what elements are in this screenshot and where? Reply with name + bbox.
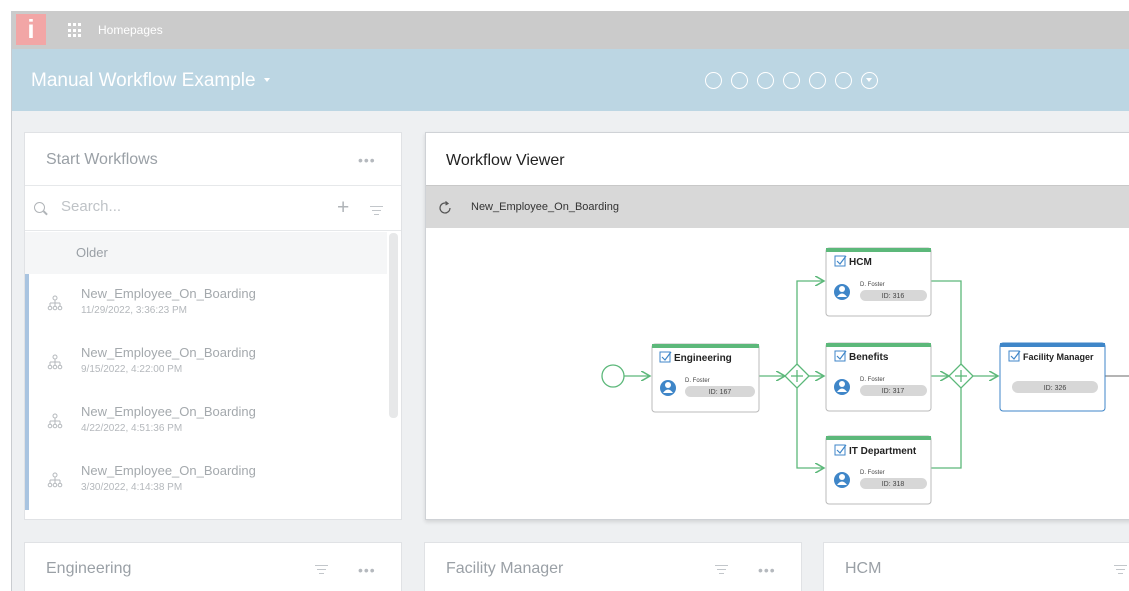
workflow-date: 11/29/2022, 3:36:23 PM bbox=[81, 305, 188, 316]
hierarchy-icon bbox=[47, 413, 63, 429]
page-header: Manual Workflow Example bbox=[12, 49, 1129, 111]
page-dot-1[interactable] bbox=[705, 72, 722, 89]
workflow-name: New_Employee_On_Boarding bbox=[81, 345, 256, 360]
svg-text:D. Foster: D. Foster bbox=[685, 378, 710, 384]
svg-text:D. Foster: D. Foster bbox=[860, 470, 885, 476]
task-engineering: Engineering D. Foster ID: 167 bbox=[651, 343, 760, 413]
svg-text:D. Foster: D. Foster bbox=[860, 282, 885, 288]
search-bar: + bbox=[25, 185, 401, 231]
start-event bbox=[601, 364, 625, 388]
chevron-down-icon[interactable] bbox=[264, 78, 270, 82]
search-input[interactable] bbox=[61, 198, 261, 215]
refresh-icon[interactable] bbox=[437, 200, 453, 216]
parallel-gateway-join bbox=[948, 363, 974, 389]
filter-icon[interactable] bbox=[715, 565, 728, 574]
page-title[interactable]: Manual Workflow Example bbox=[31, 70, 256, 92]
start-workflows-panel: Start Workflows ••• + Older New_Employee… bbox=[24, 132, 402, 520]
svg-text:ID: 326: ID: 326 bbox=[1044, 385, 1067, 392]
svg-text:D. Foster: D. Foster bbox=[860, 377, 885, 383]
more-options-icon[interactable]: ••• bbox=[758, 562, 776, 578]
svg-text:ID: 317: ID: 317 bbox=[882, 388, 905, 395]
svg-text:ID: 316: ID: 316 bbox=[882, 293, 905, 300]
scrollbar[interactable] bbox=[389, 233, 398, 418]
task-hcm: HCM D. Foster ID: 316 bbox=[825, 247, 932, 317]
task-facility-manager: Facility Manager ID: 326 bbox=[999, 342, 1106, 412]
svg-text:ID: 167: ID: 167 bbox=[709, 389, 732, 396]
filter-icon[interactable] bbox=[1114, 565, 1127, 574]
hierarchy-icon bbox=[47, 472, 63, 488]
list-item[interactable]: New_Employee_On_Boarding 3/30/2022, 4:14… bbox=[25, 451, 387, 510]
workflow-date: 3/30/2022, 4:14:38 PM bbox=[81, 482, 183, 493]
parallel-gateway-split bbox=[784, 363, 810, 389]
workflow-list: New_Employee_On_Boarding 11/29/2022, 3:3… bbox=[25, 274, 387, 510]
app-logo[interactable]: i bbox=[16, 14, 46, 45]
workflow-name: New_Employee_On_Boarding bbox=[81, 286, 256, 301]
workflow-date: 9/15/2022, 4:22:00 PM bbox=[81, 364, 183, 375]
homepages-link[interactable]: Homepages bbox=[98, 23, 163, 37]
workflow-bar: New_Employee_On_Boarding bbox=[426, 185, 1129, 228]
filter-icon[interactable] bbox=[370, 206, 383, 215]
workflow-viewer-panel: Workflow Viewer New_Employee_On_Boarding bbox=[425, 132, 1129, 520]
group-header: Older bbox=[25, 232, 387, 274]
panel-title: Engineering bbox=[46, 560, 132, 577]
hierarchy-icon bbox=[47, 295, 63, 311]
facility-manager-panel: Facility Manager ••• bbox=[424, 542, 802, 591]
workflow-diagram: Engineering D. Foster ID: 167 HCM D. Fos… bbox=[601, 247, 1129, 505]
svg-text:ID: 318: ID: 318 bbox=[882, 481, 905, 488]
page-dot-7[interactable] bbox=[861, 72, 878, 89]
group-label: Older bbox=[76, 245, 108, 260]
svg-text:IT Department: IT Department bbox=[849, 446, 917, 457]
task-it-department: IT Department D. Foster ID: 318 bbox=[825, 435, 932, 505]
svg-text:Engineering: Engineering bbox=[674, 353, 732, 364]
add-icon[interactable]: + bbox=[337, 196, 349, 220]
workflow-date: 4/22/2022, 4:51:36 PM bbox=[81, 423, 183, 434]
panel-title: Workflow Viewer bbox=[446, 152, 565, 169]
engineering-panel: Engineering ••• bbox=[24, 542, 402, 591]
task-benefits: Benefits D. Foster ID: 317 bbox=[825, 342, 932, 412]
page-dot-5[interactable] bbox=[809, 72, 826, 89]
hierarchy-icon bbox=[47, 354, 63, 370]
workflow-name: New_Employee_On_Boarding bbox=[81, 404, 256, 419]
panel-title: Facility Manager bbox=[446, 560, 564, 577]
app-frame: i Homepages Manual Workflow Example Star… bbox=[11, 11, 1129, 591]
panel-title: Start Workflows bbox=[46, 151, 158, 168]
page-dot-3[interactable] bbox=[757, 72, 774, 89]
page-step-indicator bbox=[705, 72, 878, 89]
page-dot-4[interactable] bbox=[783, 72, 800, 89]
workflow-name: New_Employee_On_Boarding bbox=[81, 463, 256, 478]
hcm-panel: HCM bbox=[823, 542, 1129, 591]
svg-text:Benefits: Benefits bbox=[849, 352, 889, 363]
more-options-icon[interactable]: ••• bbox=[358, 152, 376, 168]
app-grid-icon[interactable] bbox=[68, 23, 83, 38]
top-bar: i Homepages bbox=[12, 11, 1129, 49]
list-item[interactable]: New_Employee_On_Boarding 11/29/2022, 3:3… bbox=[25, 274, 387, 333]
page-dot-2[interactable] bbox=[731, 72, 748, 89]
search-icon bbox=[34, 202, 45, 213]
panel-title: HCM bbox=[845, 560, 882, 577]
svg-text:HCM: HCM bbox=[849, 257, 872, 268]
workflow-title: New_Employee_On_Boarding bbox=[471, 201, 619, 213]
list-item[interactable]: New_Employee_On_Boarding 4/22/2022, 4:51… bbox=[25, 392, 387, 451]
page-dot-6[interactable] bbox=[835, 72, 852, 89]
more-options-icon[interactable]: ••• bbox=[358, 562, 376, 578]
list-item[interactable]: New_Employee_On_Boarding 9/15/2022, 4:22… bbox=[25, 333, 387, 392]
svg-text:Facility Manager: Facility Manager bbox=[1023, 352, 1094, 362]
filter-icon[interactable] bbox=[315, 565, 328, 574]
